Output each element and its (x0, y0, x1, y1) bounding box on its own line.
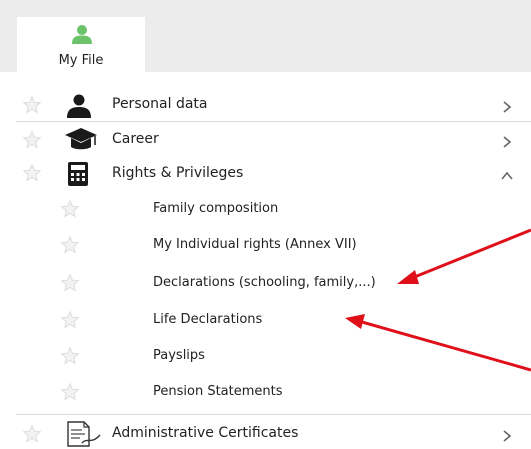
chevron-up-icon[interactable] (500, 168, 514, 182)
menu-item-label: Personal data (112, 96, 208, 112)
submenu-item-individual-rights[interactable]: My Individual rights (Annex VII) (0, 234, 531, 258)
menu-item-label: Rights & Privileges (112, 165, 244, 181)
menu-divider (16, 414, 531, 415)
menu-item-career[interactable]: Career (0, 127, 531, 155)
submenu-item-label: Payslips (153, 348, 205, 363)
favorite-star-icon[interactable] (60, 310, 80, 330)
chevron-right-icon[interactable] (500, 428, 514, 442)
certificate-document-icon (66, 421, 102, 447)
submenu-item-label: My Individual rights (Annex VII) (153, 237, 357, 252)
tab-my-file-label: My File (58, 53, 104, 68)
submenu-item-family-composition[interactable]: Family composition (0, 198, 531, 222)
calculator-icon (67, 161, 89, 187)
menu-item-label: Career (112, 131, 159, 147)
submenu-item-label: Family composition (153, 201, 279, 216)
submenu-item-label: Life Declarations (153, 312, 263, 327)
menu-item-administrative-certificates[interactable]: Administrative Certificates (0, 420, 531, 448)
submenu-item-pension-statements[interactable]: Pension Statements (0, 381, 531, 405)
tab-my-file[interactable]: My File (17, 17, 145, 75)
favorite-star-icon[interactable] (22, 95, 42, 115)
favorite-star-icon[interactable] (22, 130, 42, 150)
submenu-item-label: Pension Statements (153, 384, 283, 399)
favorite-star-icon[interactable] (60, 382, 80, 402)
favorite-star-icon[interactable] (60, 199, 80, 219)
chevron-right-icon[interactable] (500, 99, 514, 113)
menu-divider (16, 121, 531, 122)
menu-item-rights-privileges[interactable]: Rights & Privileges (0, 160, 531, 190)
submenu-item-label: Declarations (schooling, family,...) (153, 275, 376, 290)
chevron-right-icon[interactable] (500, 134, 514, 148)
favorite-star-icon[interactable] (22, 163, 42, 183)
user-icon (71, 23, 93, 45)
submenu-item-payslips[interactable]: Payslips (0, 345, 531, 369)
graduation-cap-icon (64, 127, 97, 153)
favorite-star-icon[interactable] (60, 273, 80, 293)
favorite-star-icon[interactable] (60, 235, 80, 255)
menu-item-label: Administrative Certificates (112, 425, 299, 441)
menu-item-personal-data[interactable]: Personal data (0, 92, 531, 120)
submenu-item-declarations[interactable]: Declarations (schooling, family,...) (0, 272, 531, 296)
submenu-item-life-declarations[interactable]: Life Declarations (0, 309, 531, 333)
favorite-star-icon[interactable] (60, 346, 80, 366)
person-icon (64, 93, 94, 119)
favorite-star-icon[interactable] (22, 424, 42, 444)
